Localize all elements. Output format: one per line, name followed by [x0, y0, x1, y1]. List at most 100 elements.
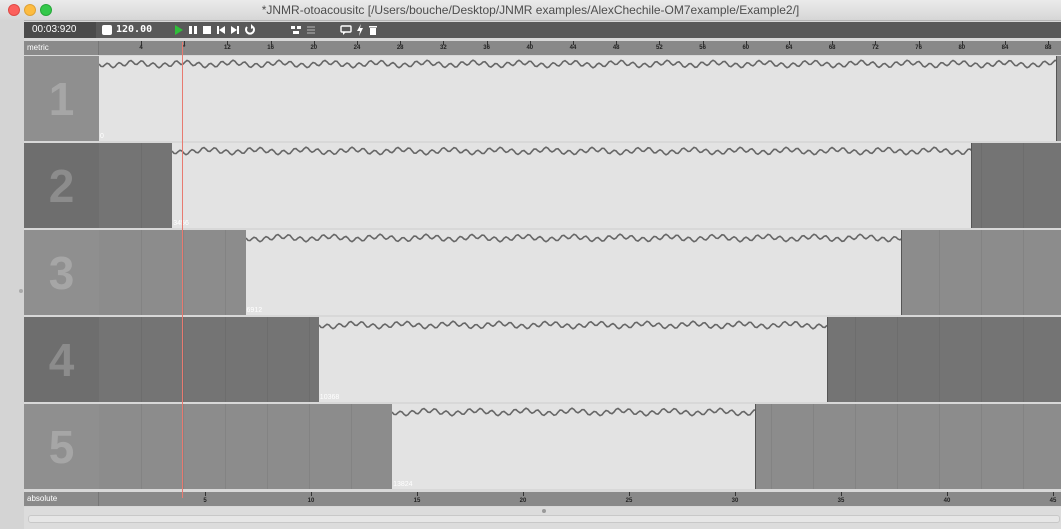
- grid-line: [351, 404, 352, 489]
- time-display: 00:03:920: [24, 22, 96, 38]
- grid-line: [897, 317, 898, 402]
- metric-tick-label: 48: [612, 45, 620, 51]
- grid-line: [1023, 404, 1024, 489]
- waveform: [318, 320, 828, 330]
- region-end-edge[interactable]: [971, 143, 973, 228]
- track-row: 5 13824: [24, 404, 1061, 491]
- sound-region[interactable]: 13824: [392, 404, 757, 489]
- lightning-icon[interactable]: [356, 23, 364, 37]
- grid-line: [225, 404, 226, 489]
- sound-region[interactable]: 10368: [318, 317, 829, 402]
- grid-line: [141, 404, 142, 489]
- grid-line: [981, 143, 982, 228]
- metric-tick-label: 4: [139, 45, 143, 51]
- region-offset: 10368: [319, 394, 340, 401]
- grid-line: [939, 404, 940, 489]
- scroll-handle[interactable]: [542, 509, 546, 513]
- track-row: 10: [24, 56, 1061, 143]
- absolute-tick-label: 15: [413, 498, 421, 504]
- metric-tick-label: 36: [483, 45, 490, 51]
- grid-line: [981, 317, 982, 402]
- horizontal-scrollbar[interactable]: [28, 515, 1060, 523]
- metric-tick-label: 84: [1001, 45, 1009, 51]
- metric-tick-label: 80: [958, 45, 966, 51]
- region-offset: 0: [100, 133, 104, 140]
- grid-line: [267, 317, 268, 402]
- tracks-icon[interactable]: [290, 23, 302, 37]
- region-end-edge[interactable]: [901, 230, 903, 315]
- absolute-tick: [841, 492, 842, 496]
- absolute-tick: [629, 492, 630, 496]
- pause-icon[interactable]: [188, 23, 198, 37]
- track-row: 2 3456: [24, 143, 1061, 230]
- grid-line: [939, 230, 940, 315]
- track-lane[interactable]: 13824: [99, 404, 1061, 489]
- absolute-tick-label: 30: [731, 498, 739, 504]
- list-icon[interactable]: [306, 23, 316, 37]
- sound-region[interactable]: 6912: [245, 230, 903, 315]
- absolute-tick: [311, 492, 312, 496]
- grid-line: [141, 143, 142, 228]
- metric-tick-label: 56: [699, 45, 706, 51]
- absolute-ruler[interactable]: absolute 5 10 15 20 25 30 35 40 45: [24, 492, 1061, 506]
- track-number[interactable]: 3: [24, 230, 99, 315]
- previous-icon[interactable]: [216, 23, 226, 37]
- track-row: 3 6912: [24, 230, 1061, 317]
- waveform: [99, 59, 1058, 69]
- region-end-edge[interactable]: [1056, 56, 1058, 141]
- metric-tick-label: 44: [569, 45, 577, 51]
- grid-line: [897, 404, 898, 489]
- track-lane[interactable]: 3456: [99, 143, 1061, 228]
- tracks-area: 1 0 2 3456 3 6912 4 10368 5 13824: [24, 56, 1061, 491]
- absolute-tick: [417, 492, 418, 496]
- grid-line: [939, 317, 940, 402]
- loop-icon[interactable]: [244, 23, 256, 37]
- grid-line: [771, 404, 772, 489]
- absolute-tick: [947, 492, 948, 496]
- track-number[interactable]: 4: [24, 317, 99, 402]
- sound-region[interactable]: 0: [99, 56, 1058, 141]
- track-lane[interactable]: 6912: [99, 230, 1061, 315]
- waveform: [172, 146, 973, 156]
- stop-icon[interactable]: [202, 23, 212, 37]
- window-title: *JNMR-otoacousitc [/Users/bouche/Desktop…: [261, 3, 800, 17]
- absolute-tick-label: 40: [943, 498, 951, 504]
- metric-tick-label: 28: [396, 45, 404, 51]
- absolute-tick-label: 45: [1049, 498, 1057, 504]
- grid-line: [1023, 230, 1024, 315]
- metric-tick-label: 88: [1044, 45, 1052, 51]
- track-number[interactable]: 2: [24, 143, 99, 228]
- absolute-tick: [205, 492, 206, 496]
- waveform: [392, 407, 757, 417]
- metric-tick-label: 12: [224, 45, 231, 51]
- absolute-tick-label: 20: [519, 498, 527, 504]
- metric-tick-label: 72: [872, 45, 879, 51]
- tempo-checkbox[interactable]: [102, 25, 112, 35]
- grid-line: [183, 317, 184, 402]
- metric-tick-label: 64: [785, 45, 793, 51]
- next-icon[interactable]: [230, 23, 240, 37]
- playhead-cursor[interactable]: [182, 42, 184, 498]
- track-number[interactable]: 5: [24, 404, 99, 489]
- grid-line: [855, 317, 856, 402]
- speech-bubble-icon[interactable]: [340, 23, 352, 37]
- metric-tick-label: 24: [353, 45, 361, 51]
- grid-line: [1023, 317, 1024, 402]
- track-lane[interactable]: 10368: [99, 317, 1061, 402]
- grid-line: [225, 317, 226, 402]
- sound-region[interactable]: 3456: [172, 143, 973, 228]
- title-bar: *JNMR-otoacousitc [/Users/bouche/Desktop…: [0, 0, 1061, 21]
- grid-line: [309, 404, 310, 489]
- resize-handle[interactable]: [19, 289, 23, 293]
- track-number[interactable]: 1: [24, 56, 99, 141]
- region-end-edge[interactable]: [755, 404, 757, 489]
- play-icon[interactable]: [174, 23, 184, 37]
- track-lane[interactable]: 0: [99, 56, 1061, 141]
- track-row: 4 10368: [24, 317, 1061, 404]
- metric-ruler-label: metric: [24, 41, 99, 55]
- tempo-value[interactable]: 120.00: [116, 24, 152, 35]
- region-end-edge[interactable]: [827, 317, 829, 402]
- metric-ruler[interactable]: metric 4 * 12 16 20 24 28 32 36 40 44 48 52 56 60 64 68 7…: [24, 41, 1061, 55]
- trash-icon[interactable]: [368, 23, 378, 37]
- metric-tick-label: *: [183, 45, 186, 51]
